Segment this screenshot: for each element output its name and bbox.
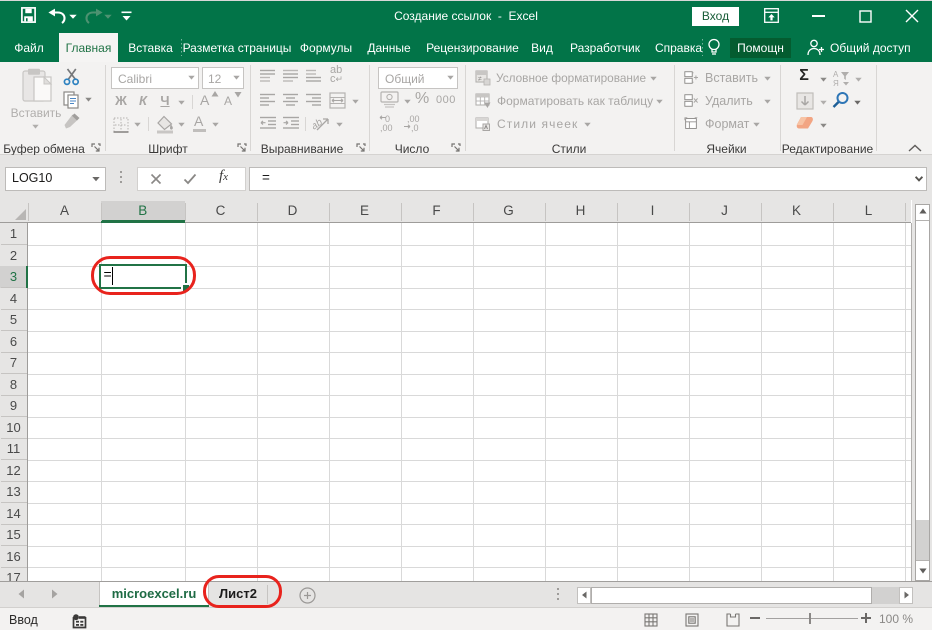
svg-text:,00: ,00 (380, 123, 393, 133)
svg-text:Я: Я (833, 79, 839, 88)
svg-text:А: А (833, 70, 839, 79)
svg-text:,0: ,0 (411, 123, 419, 133)
svg-text:≠: ≠ (478, 76, 482, 83)
